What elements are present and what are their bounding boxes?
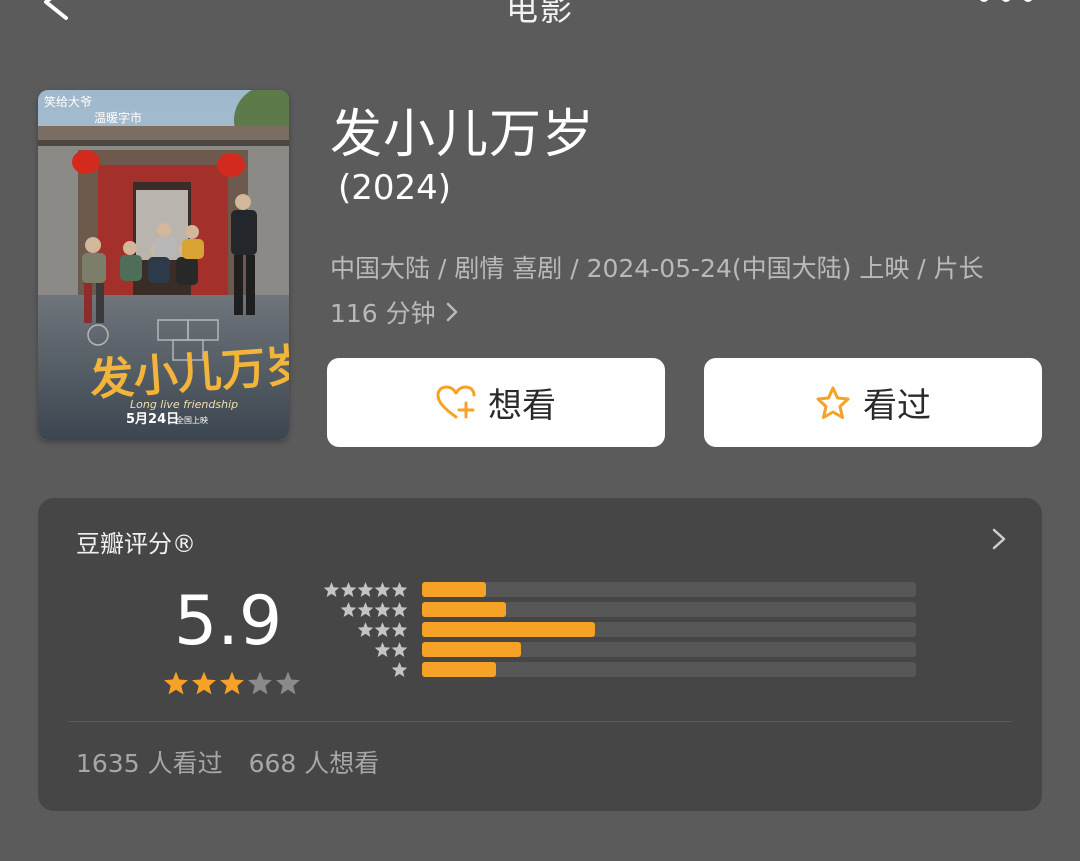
more-button[interactable] [976, 0, 1036, 6]
movie-year: (2024) [338, 168, 452, 208]
rating-dist-row-3 [320, 622, 1080, 638]
movie-title: 发小儿万岁 [330, 105, 596, 165]
star-icon [374, 642, 391, 657]
rating-dist-stars [320, 661, 408, 678]
star-outline-icon [816, 386, 850, 419]
rating-dist-row-5 [320, 582, 1080, 598]
movie-runtime: 116 分钟 [330, 299, 436, 328]
rating-bar-track [422, 582, 916, 597]
top-bar: 电影 [0, 0, 1080, 30]
chevron-right-icon [446, 302, 457, 322]
want-count: 668 人想看 [248, 749, 380, 778]
rating-dist-row-1 [320, 662, 1080, 678]
movie-meta-more[interactable]: 116 分钟 [330, 294, 458, 330]
poster-date: 5月24日 [126, 412, 179, 427]
star-icon [391, 642, 408, 657]
movie-meta-line: 中国大陆 / 剧情 喜剧 / 2024-05-24(中国大陆) 上映 / 片长 [330, 254, 984, 283]
rating-dist-stars [320, 581, 408, 598]
star-icon [340, 602, 357, 617]
watched-button[interactable]: 看过 [704, 358, 1042, 447]
rating-dist-stars [320, 601, 408, 618]
poster-image: 发小儿万岁 Long live friendship 5月24日 全国上映 笑给… [38, 90, 289, 440]
rating-bar-track [422, 642, 916, 657]
star-icon [357, 582, 374, 597]
star-icon [357, 622, 374, 637]
rating-bar-fill [422, 602, 506, 617]
poster-release-note: 全国上映 [176, 415, 208, 425]
star-icon [248, 671, 272, 695]
rating-label: 豆瓣评分® [76, 530, 196, 558]
rating-dist-stars [320, 621, 408, 638]
star-icon [374, 582, 391, 597]
rating-bar-fill [422, 622, 595, 637]
want-to-watch-button[interactable]: 想看 [327, 358, 665, 447]
star-icon [220, 671, 244, 695]
star-icon [164, 671, 188, 695]
star-icon [391, 602, 408, 617]
star-icon [391, 662, 408, 677]
rating-dist-row-4 [320, 602, 1080, 618]
divider [68, 721, 1012, 722]
poster-slogan-2: 温暖字市 [94, 110, 142, 125]
seen-count: 1635 人看过 [76, 749, 223, 778]
rating-bar-track [422, 622, 916, 637]
star-icon [276, 671, 300, 695]
star-icon [192, 671, 216, 695]
rating-dist-stars [320, 641, 408, 658]
rating-bar-fill [422, 582, 486, 597]
star-icon [374, 602, 391, 617]
rating-bar-fill [422, 662, 496, 677]
heart-plus-icon [436, 385, 476, 418]
poster-english-title: Long live friendship [130, 398, 238, 411]
star-icon [357, 602, 374, 617]
rating-stars [163, 670, 301, 696]
star-icon [323, 582, 340, 597]
star-icon [391, 582, 408, 597]
rating-score: 5.9 [174, 582, 283, 661]
douban-rating-card[interactable]: 豆瓣评分® 5.9 1635 人看过 668 人想看 [38, 498, 1042, 811]
rating-bar-track [422, 662, 916, 677]
want-to-watch-label: 想看 [488, 386, 556, 426]
rating-bar-track [422, 602, 916, 617]
chevron-right-icon[interactable] [992, 528, 1006, 550]
rating-stats: 1635 人看过 668 人想看 [76, 744, 379, 780]
poster-slogan-1: 笑给大爷 [44, 94, 92, 109]
star-icon [374, 622, 391, 637]
movie-detail-screen: 电影 发小儿万岁 Long live friendship 5月24日 全国上映… [0, 0, 1080, 861]
star-icon [391, 622, 408, 637]
rating-bar-fill [422, 642, 521, 657]
more-dots-icon [980, 0, 1032, 2]
movie-poster[interactable]: 发小儿万岁 Long live friendship 5月24日 全国上映 笑给… [38, 90, 289, 440]
star-icon [340, 582, 357, 597]
rating-dist-row-2 [320, 642, 1080, 658]
watched-label: 看过 [863, 386, 931, 426]
page-title: 电影 [505, 0, 574, 28]
